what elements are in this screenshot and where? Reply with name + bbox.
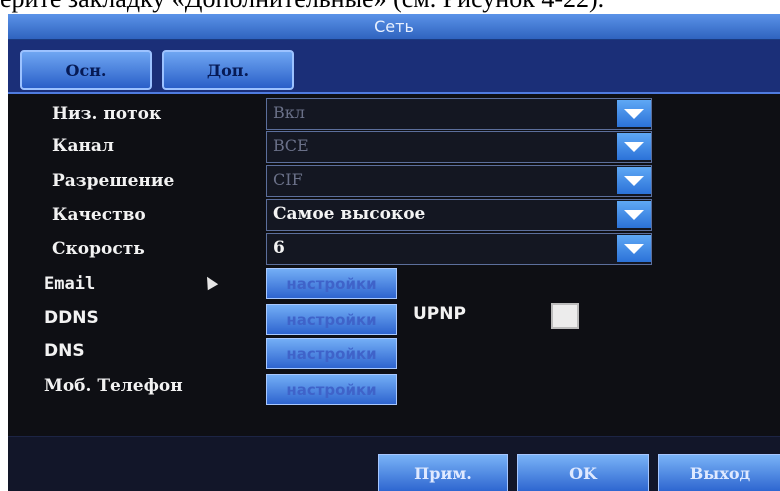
upnp-label: UPNP <box>413 304 466 324</box>
quality-label: Качество <box>52 205 146 225</box>
exit-button[interactable]: Выход <box>658 454 780 491</box>
rate-select[interactable]: 6 <box>266 233 652 265</box>
title-bar: Сеть <box>8 14 780 40</box>
apply-button[interactable]: Прим. <box>378 454 508 491</box>
mouse-cursor-icon <box>201 273 219 291</box>
channel-label: Канал <box>52 136 114 156</box>
chevron-down-icon[interactable] <box>617 133 651 160</box>
dns-label: DNS <box>44 341 85 361</box>
chevron-down-icon[interactable] <box>617 167 651 194</box>
email-settings-button[interactable]: настройки <box>266 268 397 299</box>
ddns-settings-button[interactable]: настройки <box>266 304 397 335</box>
tab-advanced[interactable]: Доп. <box>162 50 294 90</box>
email-label: Email <box>44 274 96 294</box>
ok-button[interactable]: OK <box>517 454 649 491</box>
network-dialog: Сеть Осн. Доп. Низ. поток Вкл Канал ВСЕ … <box>8 14 780 491</box>
tab-basic[interactable]: Осн. <box>20 50 152 90</box>
resolution-value: CIF <box>273 170 303 189</box>
channel-select[interactable]: ВСЕ <box>266 131 652 163</box>
dns-settings-button[interactable]: настройки <box>266 338 397 369</box>
substream-label: Низ. поток <box>52 104 162 124</box>
channel-value: ВСЕ <box>273 136 309 155</box>
substream-value: Вкл <box>273 103 305 122</box>
upnp-checkbox[interactable] <box>551 303 579 329</box>
window-title: Сеть <box>374 17 414 36</box>
mobile-label: Моб. Телефон <box>44 376 183 396</box>
quality-value: Самое высокое <box>273 204 426 224</box>
chevron-down-icon[interactable] <box>617 235 651 262</box>
resolution-label: Разрешение <box>52 171 175 191</box>
chevron-down-icon[interactable] <box>617 100 651 127</box>
tab-bar: Осн. Доп. <box>8 40 780 94</box>
rate-value: 6 <box>273 238 285 258</box>
chevron-down-icon[interactable] <box>617 201 651 228</box>
ddns-label: DDNS <box>44 308 99 328</box>
rate-label: Скорость <box>52 239 145 259</box>
substream-select[interactable]: Вкл <box>266 98 652 130</box>
quality-select[interactable]: Самое высокое <box>266 199 652 231</box>
caption-text: ерите закладку «Дополнительные» (см. Рис… <box>0 0 780 14</box>
resolution-select[interactable]: CIF <box>266 165 652 197</box>
mobile-settings-button[interactable]: настройки <box>266 374 397 405</box>
